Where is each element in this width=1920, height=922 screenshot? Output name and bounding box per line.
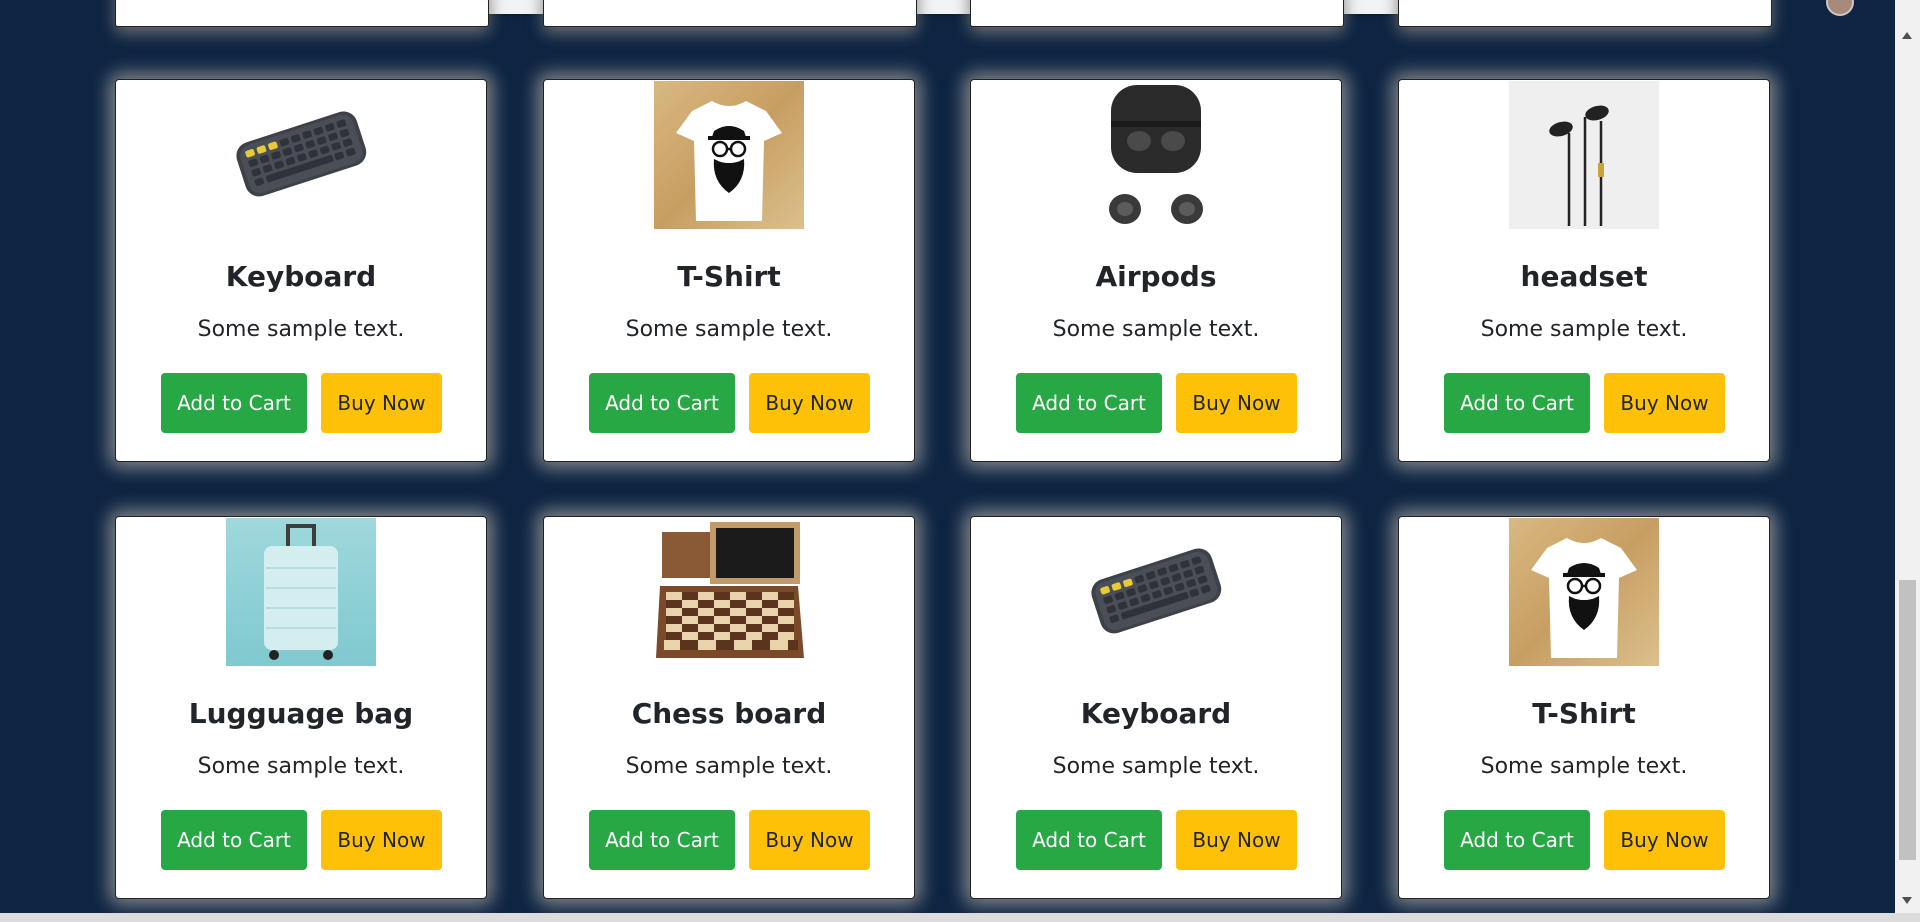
add-to-cart-button[interactable]: Add to Cart (1016, 810, 1162, 870)
product-card: Keyboard Some sample text. Add to Cart B… (115, 79, 487, 462)
buy-now-button[interactable]: Buy Now (321, 810, 442, 870)
buy-now-button[interactable]: Buy Now (1604, 373, 1725, 433)
product-card-partial (1398, 0, 1772, 27)
product-card: headset Some sample text. Add to Cart Bu… (1398, 79, 1770, 462)
product-description: Some sample text. (625, 317, 833, 342)
product-description: Some sample text. (197, 754, 405, 779)
buy-now-button[interactable]: Buy Now (749, 810, 870, 870)
product-title: Lugguage bag (188, 697, 414, 730)
product-title: T-Shirt (1532, 697, 1636, 730)
add-to-cart-button[interactable]: Add to Cart (1016, 373, 1162, 433)
product-description: Some sample text. (1480, 754, 1688, 779)
product-description: Some sample text. (197, 317, 405, 342)
add-to-cart-button[interactable]: Add to Cart (161, 810, 307, 870)
product-description: Some sample text. (625, 754, 833, 779)
buy-now-button[interactable]: Buy Now (1176, 810, 1297, 870)
add-to-cart-button[interactable]: Add to Cart (1444, 810, 1590, 870)
avatar[interactable] (1826, 0, 1854, 16)
tshirt-image (654, 81, 804, 229)
headset-image (1509, 81, 1659, 229)
product-card-partial (970, 0, 1344, 27)
product-title: Keyboard (225, 260, 377, 293)
product-card: T-Shirt Some sample text. Add to Cart Bu… (1398, 516, 1770, 899)
add-to-cart-button[interactable]: Add to Cart (589, 810, 735, 870)
airpods-image (1081, 81, 1231, 229)
luggage-image (226, 518, 376, 666)
product-card: T-Shirt Some sample text. Add to Cart Bu… (543, 79, 915, 462)
product-description: Some sample text. (1480, 317, 1688, 342)
product-description: Some sample text. (1052, 754, 1260, 779)
add-to-cart-button[interactable]: Add to Cart (589, 373, 735, 433)
product-card-partial (543, 0, 917, 27)
keyboard-image (1081, 518, 1231, 666)
chess-board-image (654, 518, 804, 666)
keyboard-image (226, 81, 376, 229)
buy-now-button[interactable]: Buy Now (749, 373, 870, 433)
add-to-cart-button[interactable]: Add to Cart (161, 373, 307, 433)
scroll-down-arrow-icon[interactable] (1902, 897, 1912, 904)
product-card-partial (115, 0, 489, 27)
product-title: T-Shirt (677, 260, 781, 293)
buy-now-button[interactable]: Buy Now (1604, 810, 1725, 870)
vertical-scrollbar[interactable] (1895, 0, 1920, 913)
product-card: Airpods Some sample text. Add to Cart Bu… (970, 79, 1342, 462)
product-title: Keyboard (1080, 697, 1232, 730)
product-card: Chess board Some sample text. Add to Car… (543, 516, 915, 899)
product-description: Some sample text. (1052, 317, 1260, 342)
product-card: Lugguage bag Some sample text. Add to Ca… (115, 516, 487, 899)
window-bottom-edge (0, 913, 1920, 922)
tshirt-image (1509, 518, 1659, 666)
add-to-cart-button[interactable]: Add to Cart (1444, 373, 1590, 433)
product-title: Airpods (1095, 260, 1217, 293)
buy-now-button[interactable]: Buy Now (1176, 373, 1297, 433)
page-viewport: Keyboard Some sample text. Add to Cart B… (0, 0, 1895, 913)
scrollbar-thumb[interactable] (1899, 580, 1916, 860)
product-title: headset (1520, 260, 1648, 293)
product-title: Chess board (631, 697, 827, 730)
product-card: Keyboard Some sample text. Add to Cart B… (970, 516, 1342, 899)
scroll-up-arrow-icon[interactable] (1902, 32, 1912, 39)
buy-now-button[interactable]: Buy Now (321, 373, 442, 433)
